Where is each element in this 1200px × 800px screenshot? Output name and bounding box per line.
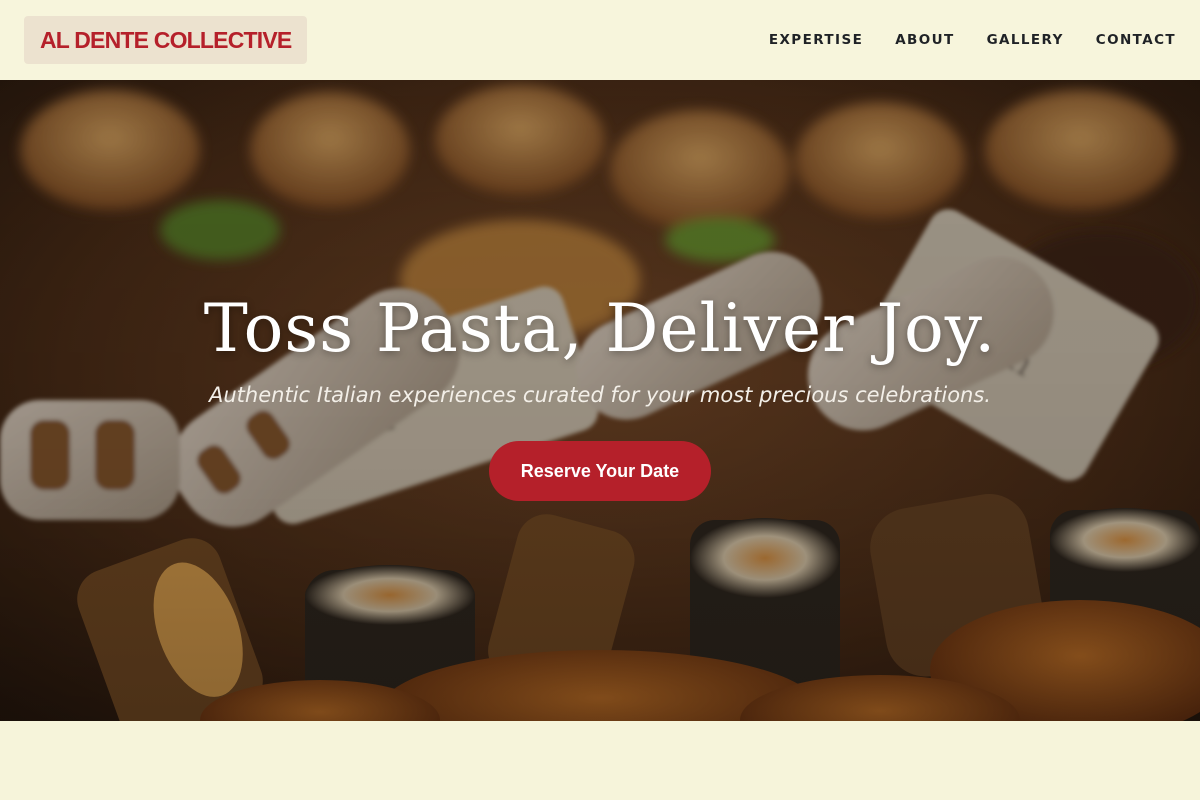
- nav-link-about[interactable]: ABOUT: [895, 32, 954, 48]
- next-section-start: [0, 721, 1200, 800]
- nav-link-contact[interactable]: CONTACT: [1096, 32, 1176, 48]
- brand-logo[interactable]: AL DENTE COLLECTIVE: [24, 16, 308, 64]
- nav-link-expertise[interactable]: EXPERTISE: [769, 32, 863, 48]
- brand-name: AL DENTE COLLECTIVE: [40, 26, 292, 53]
- hero-subtitle: Authentic Italian experiences curated fo…: [209, 383, 991, 407]
- main-nav: EXPERTISE ABOUT GALLERY CONTACT: [769, 32, 1176, 48]
- nav-link-gallery[interactable]: GALLERY: [987, 32, 1064, 48]
- hero-section: Oficial French: [0, 80, 1200, 721]
- reserve-date-button[interactable]: Reserve Your Date: [488, 441, 712, 501]
- hero-title: Toss Pasta, Deliver Joy.: [203, 290, 997, 367]
- hero-content: Toss Pasta, Deliver Joy. Authentic Itali…: [0, 290, 1200, 501]
- site-header: AL DENTE COLLECTIVE EXPERTISE ABOUT GALL…: [0, 0, 1200, 80]
